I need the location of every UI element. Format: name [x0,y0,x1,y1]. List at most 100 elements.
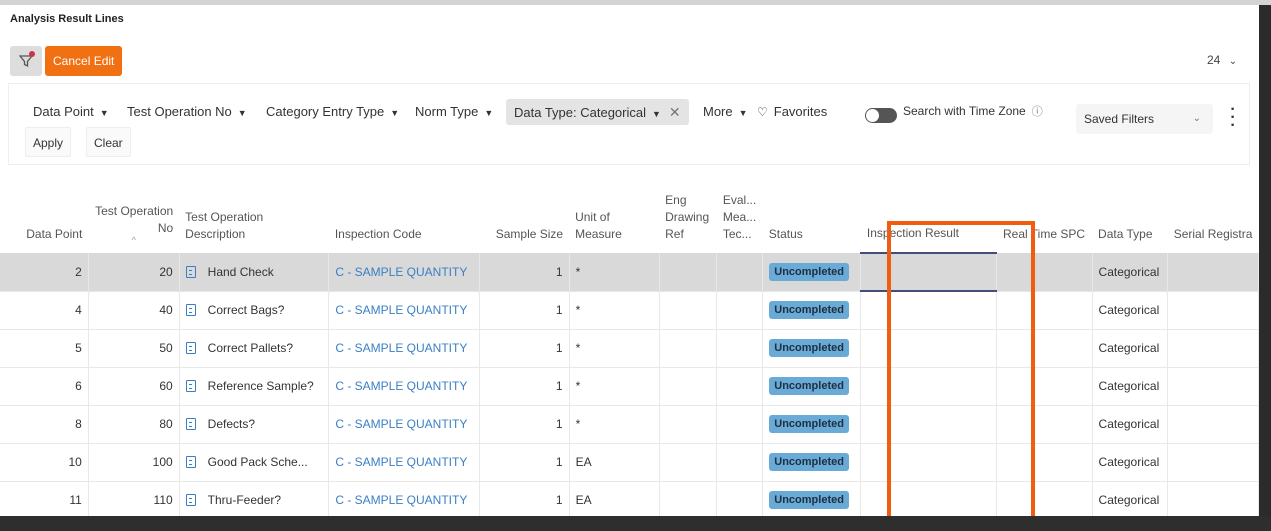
cell-status: Uncompleted [762,329,862,368]
table-row[interactable]: 4 40 Correct Bags? C - SAMPLE QUANTITY 1 * Unc… [0,291,1259,330]
cell-real-time-spc [996,481,1093,516]
col-test-operation-no[interactable]: Test Operation No ^ [88,183,179,253]
inspection-code-link[interactable]: C - SAMPLE QUANTITY [335,341,467,355]
col-sample-size[interactable]: Sample Size [480,183,569,253]
cell-sample-size: 1 [479,329,570,368]
inspection-code-link[interactable]: C - SAMPLE QUANTITY [335,379,467,393]
favorites-button[interactable]: ♡ Favorites [757,99,827,125]
cell-status: Uncompleted [762,443,862,482]
cell-inspection-result[interactable] [860,481,998,516]
cell-inspection-result[interactable] [860,291,998,330]
inspection-code-link[interactable]: C - SAMPLE QUANTITY [335,455,467,469]
col-test-operation-description[interactable]: Test Operation Description [179,183,329,253]
document-icon[interactable] [185,455,196,468]
cell-data-type: Categorical [1092,405,1169,444]
clear-button[interactable]: Clear [86,127,131,157]
col-data-point[interactable]: Data Point [0,183,88,253]
cell-description: Correct Bags? [179,291,330,330]
cell-evaluation-technique [716,253,764,292]
filter-norm-type[interactable]: Norm Type ▼ [415,99,493,125]
caret-down-icon: ▼ [484,108,494,118]
col-unit-of-measure[interactable]: Unit of Measure [569,183,659,253]
filter-test-operation-no[interactable]: Test Operation No ▼ [127,99,247,125]
table-header-row: Data Point Test Operation No ^ Test Opera… [0,183,1259,253]
cell-real-time-spc [996,443,1093,482]
cell-data-point: 8 [0,405,89,444]
table-row[interactable]: 5 50 Correct Pallets? C - SAMPLE QUANTITY 1 *… [0,329,1259,368]
table-row[interactable]: 11 110 Thru-Feeder? C - SAMPLE QUANTITY 1 EA U… [0,481,1259,516]
status-badge: Uncompleted [769,491,849,509]
filter-data-point[interactable]: Data Point ▼ [33,99,109,125]
cell-inspection-result[interactable] [860,443,998,482]
col-inspection-result[interactable]: Inspection Result [861,183,997,253]
col-evaluation-technique[interactable]: Eval... Mea... Tec... [717,183,763,253]
inspection-code-link[interactable]: C - SAMPLE QUANTITY [335,493,467,507]
filter-active-dot [29,51,35,57]
cell-status: Uncompleted [762,367,862,406]
caret-down-icon: ▼ [390,108,400,118]
cell-inspection-result[interactable] [860,329,998,368]
cell-eng-drawing-ref [659,443,718,482]
col-real-time-spc[interactable]: Real Time SPC [997,183,1092,253]
cell-inspection-result[interactable] [860,252,998,292]
col-inspection-code[interactable]: Inspection Code [329,183,480,253]
col-serial-registration[interactable]: Serial Registra [1168,183,1259,253]
cell-evaluation-technique [716,291,764,330]
cell-sample-size: 1 [479,367,570,406]
filter-category-entry-type[interactable]: Category Entry Type ▼ [266,99,399,125]
cell-description: Reference Sample? [179,367,330,406]
cell-status: Uncompleted [762,253,862,292]
document-icon[interactable] [185,265,196,278]
col-status[interactable]: Status [763,183,861,253]
document-icon[interactable] [185,493,196,506]
cell-description: Defects? [179,405,330,444]
table-row[interactable]: 8 80 Defects? C - SAMPLE QUANTITY 1 * Uncomple… [0,405,1259,444]
document-icon[interactable] [185,341,196,354]
table-row[interactable]: 2 20 Hand Check C - SAMPLE QUANTITY 1 * Uncomp… [0,252,1259,292]
bottom-bar [0,516,1271,531]
cell-inspection-code: C - SAMPLE QUANTITY [328,291,481,330]
col-data-type[interactable]: Data Type [1092,183,1168,253]
inspection-code-link[interactable]: C - SAMPLE QUANTITY [335,417,467,431]
cell-sample-size: 1 [479,481,570,516]
cell-uom: * [569,253,660,292]
cell-inspection-code: C - SAMPLE QUANTITY [328,481,481,516]
cell-real-time-spc [996,367,1093,406]
close-icon[interactable]: ✕ [669,104,681,120]
cancel-edit-button[interactable]: Cancel Edit [45,46,123,76]
filter-more[interactable]: More ▼ [703,99,748,125]
cell-data-point: 4 [0,291,89,330]
document-icon[interactable] [185,303,196,316]
time-zone-toggle[interactable] [865,108,897,123]
document-icon[interactable] [185,379,196,392]
cell-data-point: 10 [0,443,89,482]
table-row[interactable]: 6 60 Reference Sample? C - SAMPLE QUANTITY 1… [0,367,1259,406]
document-icon[interactable] [185,417,196,430]
inspection-code-link[interactable]: C - SAMPLE QUANTITY [335,265,467,279]
col-eng-drawing-ref[interactable]: Eng Drawing Ref [659,183,717,253]
cell-sample-size: 1 [479,443,570,482]
cell-real-time-spc [996,291,1093,330]
cell-inspection-result[interactable] [860,367,998,406]
chevron-down-icon: ⌄ [1192,113,1201,124]
cell-test-operation-no: 100 [88,443,180,482]
cell-inspection-result[interactable] [860,405,998,444]
analysis-result-lines-panel: Analysis Result Lines Cancel Edit 24 ⌄ D… [0,5,1259,516]
cell-inspection-code: C - SAMPLE QUANTITY [328,329,481,368]
saved-filters-select[interactable]: Saved Filters ⌄ [1076,104,1213,134]
cell-real-time-spc [996,405,1093,444]
cell-evaluation-technique [716,405,764,444]
apply-button[interactable]: Apply [25,127,72,157]
table-row[interactable]: 10 100 Good Pack Sche... C - SAMPLE QUANTIT… [0,443,1259,482]
cell-eng-drawing-ref [659,329,718,368]
page-size-select[interactable]: 24 ⌄ [1207,53,1237,67]
more-options-icon[interactable]: · · · [1227,102,1239,134]
filter-chip-data-type[interactable]: Data Type: Categorical ▼ ✕ [506,99,689,125]
filter-toggle-button[interactable] [10,46,42,76]
cell-inspection-code: C - SAMPLE QUANTITY [328,443,481,482]
inspection-code-link[interactable]: C - SAMPLE QUANTITY [335,303,467,317]
cell-test-operation-no: 60 [88,367,180,406]
status-badge: Uncompleted [769,339,849,357]
cell-real-time-spc [996,253,1093,292]
status-badge: Uncompleted [769,377,849,395]
